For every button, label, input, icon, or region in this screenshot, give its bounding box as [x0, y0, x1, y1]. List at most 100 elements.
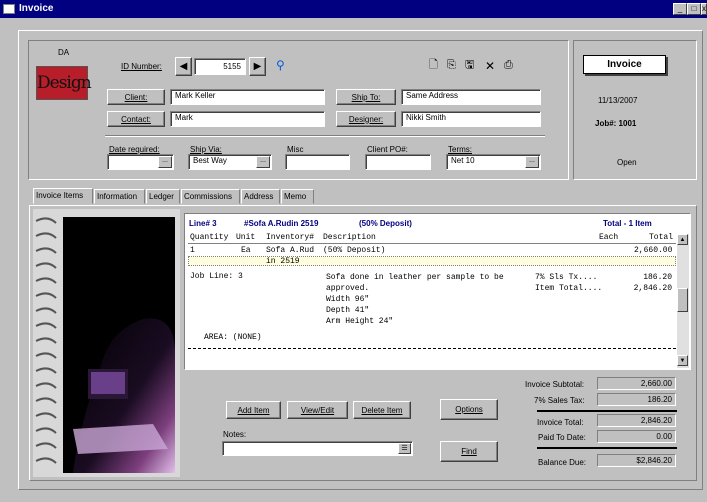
invoice-date: 11/13/2007 [598, 96, 638, 105]
find-button[interactable]: Find [440, 441, 498, 462]
copy-icon[interactable]: ⎘ [447, 60, 456, 71]
ship-to-button[interactable]: Ship To: [336, 89, 396, 105]
date-picker-button[interactable]: ... [158, 156, 172, 168]
delete-item-button[interactable]: Delete Item [353, 401, 411, 419]
add-item-button[interactable]: Add Item [226, 401, 281, 419]
tab-information[interactable]: Information [94, 189, 145, 204]
invoice-type-box: Invoice [583, 55, 666, 74]
tax-labels: 7% Sls Tx.... Item Total.... [535, 272, 602, 294]
contact-button[interactable]: Contact: [107, 111, 165, 127]
scroll-thumb[interactable] [677, 288, 688, 312]
ship-via-field[interactable]: Best Way ... [188, 154, 272, 170]
item-name-heading: #Sofa A.Rudin 2519 [244, 219, 319, 228]
client-field[interactable]: Mark Keller [170, 89, 325, 105]
col-unit: Unit [236, 233, 256, 242]
subtotal-value: 2,660.00 [597, 377, 676, 390]
job-line: Job Line: 3 [190, 272, 243, 281]
ship-to-field[interactable]: Same Address [401, 89, 541, 105]
line-heading: Line# 3 [189, 219, 217, 228]
subtotal-label: Invoice Subtotal: [525, 380, 585, 389]
scrollbar[interactable]: ▲ ▼ [677, 234, 689, 368]
notes-field[interactable]: ☰ [222, 441, 413, 456]
row-total: 2,660.00 [634, 246, 673, 255]
tab-ledger[interactable]: Ledger [146, 189, 180, 204]
row-inventory-cont: in 2519 [266, 257, 300, 266]
prev-record-button[interactable]: ◀ [175, 57, 192, 76]
client-button[interactable]: Client: [107, 89, 165, 105]
notes-label: Notes: [223, 430, 247, 439]
detail-line: approved. [326, 284, 370, 293]
date-required-field[interactable]: ... [107, 154, 174, 170]
balance-due-label: Balance Due: [538, 458, 587, 467]
close-button[interactable]: x [701, 3, 707, 15]
balance-due-value: $2,846.20 [597, 454, 676, 467]
column-header-row: Quantity Unit Inventory# Description Eac… [188, 233, 676, 244]
col-quantity: Quantity [190, 233, 229, 242]
header-divider [105, 135, 545, 137]
terms-field[interactable]: Net 10 ... [446, 154, 541, 170]
scroll-down-button[interactable]: ▼ [677, 355, 688, 366]
row-unit: Ea [241, 246, 251, 255]
paid-to-date-value: 0.00 [597, 430, 676, 443]
item-total-label: Item Total.... [535, 284, 603, 293]
tab-address[interactable]: Address [241, 189, 280, 204]
logo-top-text: DA [58, 48, 70, 57]
misc-label: Misc [287, 145, 304, 154]
tab-memo[interactable]: Memo [281, 189, 314, 204]
invoice-total-value: 2,846.20 [597, 414, 676, 427]
notebook-image [33, 209, 180, 477]
row-highlight [188, 256, 676, 266]
col-total: Total [649, 233, 674, 242]
col-each: Each [599, 233, 619, 242]
maximize-button[interactable]: □ [687, 3, 701, 15]
terms-picker-button[interactable]: ... [525, 156, 539, 168]
misc-field[interactable] [285, 154, 350, 170]
ship-via-picker-button[interactable]: ... [256, 156, 270, 168]
view-edit-button[interactable]: View/Edit [287, 401, 348, 419]
client-po-field[interactable] [365, 154, 431, 170]
save-icon[interactable]: 🖫 [465, 60, 474, 71]
detail-line: Arm Height 24" [326, 317, 394, 326]
minimize-button[interactable]: _ [673, 3, 687, 15]
ship-via-label: Ship Via: [190, 145, 222, 154]
id-number-field[interactable]: 5155 [194, 58, 246, 75]
print-icon[interactable]: ⎙ [504, 60, 513, 71]
row-description: (50% Deposit) [323, 246, 386, 255]
row-qty: 1 [190, 246, 195, 255]
detail-line: Depth 41" [326, 306, 370, 315]
tab-commissions[interactable]: Commissions [181, 189, 240, 204]
id-number-label: ID Number: [121, 62, 162, 71]
delete-icon[interactable]: ✕ [485, 60, 495, 72]
col-description: Description [323, 233, 376, 242]
detail-lines: Sofa done in leather per sample to be ap… [326, 272, 504, 327]
item-total-value: 2,846.20 [633, 284, 672, 293]
invoice-total-label: Invoice Total: [537, 418, 584, 427]
options-button[interactable]: Options [440, 399, 498, 420]
detail-line: Sofa done in leather per sample to be [326, 273, 504, 282]
scroll-up-button[interactable]: ▲ [677, 234, 688, 245]
invoice-status: Open [617, 158, 637, 167]
notes-dropdown-icon[interactable]: ☰ [398, 443, 411, 454]
sales-tax-value: 186.20 [643, 273, 672, 282]
contact-field[interactable]: Mark [170, 111, 325, 127]
deposit-heading: (50% Deposit) [359, 219, 412, 228]
sales-tax-summary-value: 186.20 [597, 393, 676, 406]
next-record-button[interactable]: ▶ [249, 57, 266, 76]
row-inventory: Sofa A.Rud [266, 246, 315, 255]
logo-badge: Design [36, 66, 92, 100]
notebook-illustration [35, 217, 175, 473]
window-title: Invoice [19, 3, 54, 14]
table-row[interactable]: 1 Ea Sofa A.Rud (50% Deposit) 2,660.00 i… [188, 245, 676, 268]
row-separator [188, 348, 676, 349]
designer-field[interactable]: Nikki Smith [401, 111, 541, 127]
sales-tax-summary-label: 7% Sales Tax: [534, 396, 585, 405]
date-required-label: Date required: [109, 145, 160, 154]
tab-invoice-items[interactable]: Invoice Items [33, 188, 93, 204]
designer-button[interactable]: Designer: [336, 111, 396, 127]
search-icon[interactable]: ⚲ [276, 59, 285, 71]
client-po-label: Client PO#: [367, 145, 408, 154]
title-bar[interactable]: Invoice _ □ x [0, 0, 707, 18]
detail-line: Width 96" [326, 295, 370, 304]
tax-values: 186.20 2,846.20 [624, 272, 672, 294]
new-document-icon[interactable]: 🗋 [429, 60, 438, 71]
